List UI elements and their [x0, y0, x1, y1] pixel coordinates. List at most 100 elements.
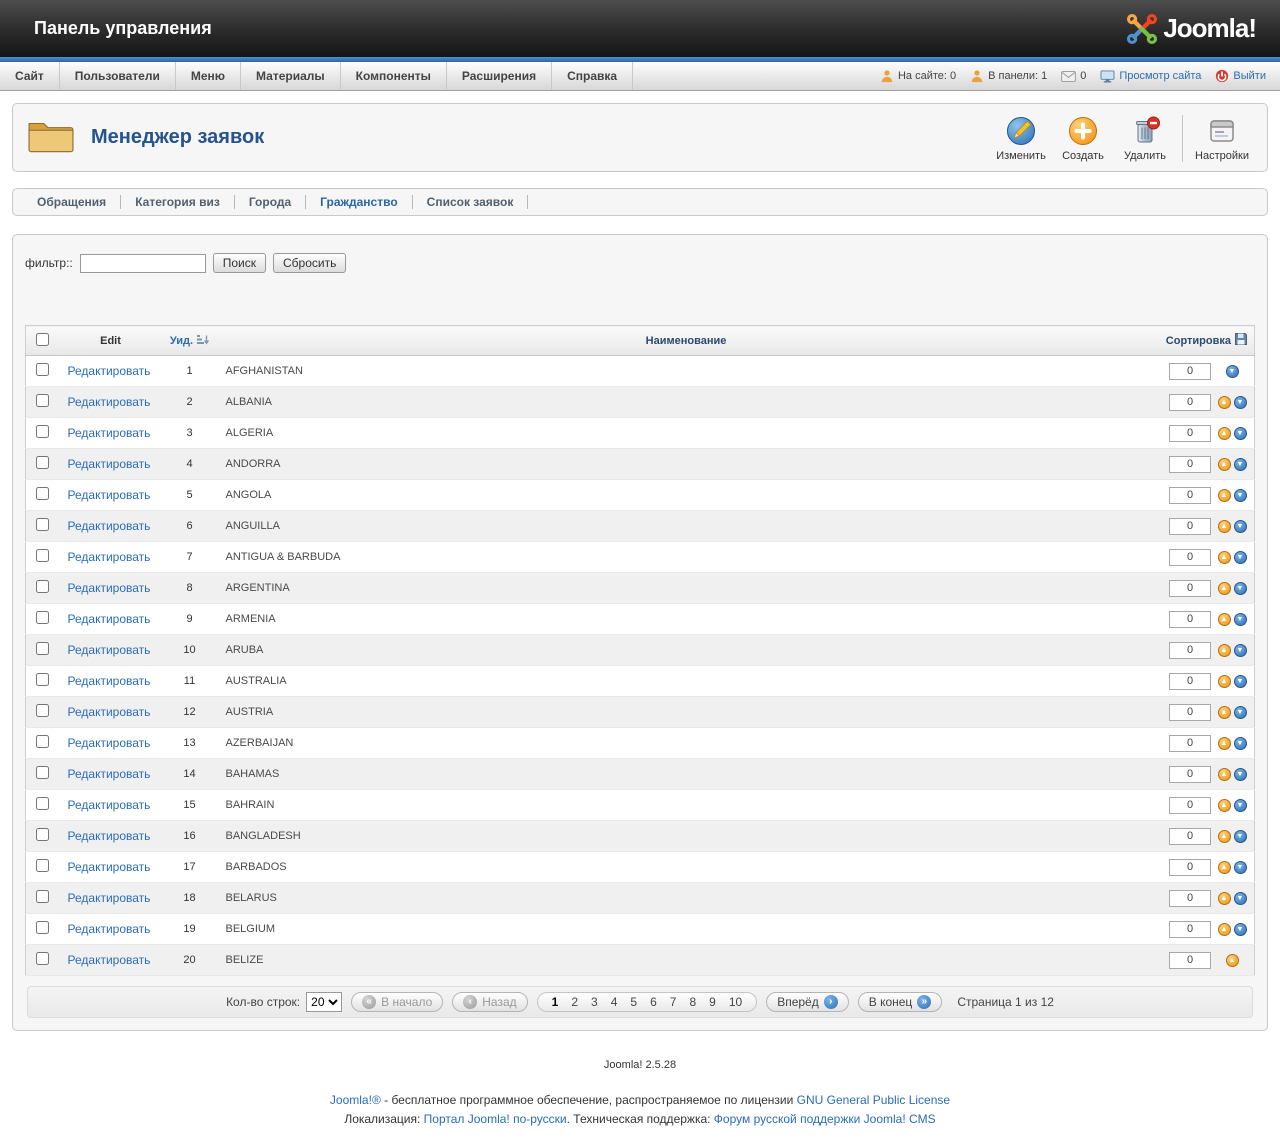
search-button[interactable]: Поиск [212, 253, 266, 273]
order-input[interactable] [1169, 641, 1211, 659]
row-checkbox[interactable] [36, 456, 50, 469]
subnav-item[interactable]: Города [235, 195, 307, 209]
row-checkbox[interactable] [36, 425, 50, 438]
menu-item[interactable]: Справка [552, 62, 634, 90]
edit-link[interactable]: Редактировать [68, 457, 151, 471]
order-input[interactable] [1169, 796, 1211, 814]
first-page-button[interactable]: « В начало [351, 992, 444, 1012]
edit-link[interactable]: Редактировать [68, 364, 151, 378]
order-input[interactable] [1169, 703, 1211, 721]
sort-asc-icon[interactable] [196, 334, 210, 349]
order-up-icon[interactable]: ▲ [1217, 457, 1231, 471]
order-up-icon[interactable]: ▲ [1217, 488, 1231, 502]
order-up-icon[interactable]: ▲ [1217, 798, 1231, 812]
page-number[interactable]: 5 [625, 995, 642, 1009]
row-checkbox[interactable] [36, 673, 50, 686]
order-input[interactable] [1169, 858, 1211, 876]
order-down-icon[interactable]: ▼ [1233, 922, 1247, 936]
joomla-link[interactable]: Joomla!® [330, 1093, 381, 1107]
order-up-icon[interactable]: ▲ [1217, 891, 1231, 905]
subnav-item[interactable]: Категория виз [121, 195, 235, 209]
order-input[interactable] [1169, 362, 1211, 380]
edit-link[interactable]: Редактировать [68, 395, 151, 409]
row-checkbox[interactable] [36, 487, 50, 500]
order-up-icon[interactable]: ▲ [1217, 426, 1231, 440]
order-up-icon[interactable]: ▲ [1217, 643, 1231, 657]
order-input[interactable] [1169, 920, 1211, 938]
edit-link[interactable]: Редактировать [68, 953, 151, 967]
last-page-button[interactable]: В конец » [857, 992, 943, 1012]
localization-link[interactable]: Портал Joomla! по-русски [424, 1112, 567, 1126]
edit-link[interactable]: Редактировать [68, 860, 151, 874]
order-down-icon[interactable]: ▼ [1233, 612, 1247, 626]
row-checkbox[interactable] [36, 952, 50, 965]
order-up-icon[interactable]: ▲ [1217, 705, 1231, 719]
order-down-icon[interactable]: ▼ [1233, 705, 1247, 719]
order-down-icon[interactable]: ▼ [1233, 860, 1247, 874]
menu-item[interactable]: Пользователи [60, 62, 176, 90]
order-down-icon[interactable]: ▼ [1233, 395, 1247, 409]
edit-link[interactable]: Редактировать [68, 550, 151, 564]
order-up-icon[interactable]: ▲ [1217, 581, 1231, 595]
menu-item[interactable]: Материалы [241, 62, 341, 90]
subnav-item[interactable]: Список заявок [413, 195, 529, 209]
new-button[interactable]: Создать [1052, 113, 1114, 162]
order-down-icon[interactable]: ▼ [1233, 488, 1247, 502]
order-up-icon[interactable]: ▲ [1217, 922, 1231, 936]
row-checkbox[interactable] [36, 642, 50, 655]
order-down-icon[interactable]: ▼ [1233, 519, 1247, 533]
prev-page-button[interactable]: ‹ Назад [452, 992, 528, 1012]
order-input[interactable] [1169, 827, 1211, 845]
order-input[interactable] [1169, 548, 1211, 566]
order-up-icon[interactable]: ▲ [1217, 395, 1231, 409]
row-checkbox[interactable] [36, 890, 50, 903]
order-down-icon[interactable]: ▼ [1233, 550, 1247, 564]
edit-link[interactable]: Редактировать [68, 736, 151, 750]
edit-link[interactable]: Редактировать [68, 767, 151, 781]
edit-link[interactable]: Редактировать [68, 581, 151, 595]
row-checkbox[interactable] [36, 859, 50, 872]
filter-input[interactable] [79, 253, 206, 273]
menu-item[interactable]: Расширения [447, 62, 553, 90]
page-number[interactable]: 8 [684, 995, 701, 1009]
order-up-icon[interactable]: ▲ [1225, 953, 1239, 967]
edit-link[interactable]: Редактировать [68, 798, 151, 812]
order-input[interactable] [1169, 765, 1211, 783]
order-input[interactable] [1169, 393, 1211, 411]
row-checkbox[interactable] [36, 394, 50, 407]
menu-item[interactable]: Компоненты [341, 62, 447, 90]
order-up-icon[interactable]: ▲ [1217, 612, 1231, 626]
order-up-icon[interactable]: ▲ [1217, 519, 1231, 533]
order-down-icon[interactable]: ▼ [1233, 426, 1247, 440]
edit-link[interactable]: Редактировать [68, 643, 151, 657]
order-input[interactable] [1169, 889, 1211, 907]
edit-link[interactable]: Редактировать [68, 705, 151, 719]
order-down-icon[interactable]: ▼ [1233, 643, 1247, 657]
row-checkbox[interactable] [36, 549, 50, 562]
row-checkbox[interactable] [36, 363, 50, 376]
limit-select[interactable]: 20 [306, 992, 343, 1012]
row-checkbox[interactable] [36, 704, 50, 717]
menu-item[interactable]: Меню [176, 62, 242, 90]
row-checkbox[interactable] [36, 518, 50, 531]
page-number[interactable]: 10 [724, 995, 747, 1009]
subnav-item[interactable]: Обращения [23, 195, 122, 209]
order-input[interactable] [1169, 672, 1211, 690]
reset-button[interactable]: Сбросить [273, 253, 347, 273]
edit-link[interactable]: Редактировать [68, 674, 151, 688]
logout-link[interactable]: Выйти [1215, 69, 1266, 83]
edit-link[interactable]: Редактировать [68, 426, 151, 440]
row-checkbox[interactable] [36, 611, 50, 624]
order-down-icon[interactable]: ▼ [1233, 891, 1247, 905]
order-up-icon[interactable]: ▲ [1217, 550, 1231, 564]
messages-status[interactable]: 0 [1061, 70, 1086, 82]
order-up-icon[interactable]: ▲ [1217, 736, 1231, 750]
next-page-button[interactable]: Вперёд › [766, 992, 849, 1012]
page-number[interactable]: 9 [704, 995, 721, 1009]
order-down-icon[interactable]: ▼ [1233, 829, 1247, 843]
row-checkbox[interactable] [36, 766, 50, 779]
order-up-icon[interactable]: ▲ [1217, 860, 1231, 874]
edit-link[interactable]: Редактировать [68, 891, 151, 905]
order-down-icon[interactable]: ▼ [1233, 767, 1247, 781]
select-all-checkbox[interactable] [36, 332, 50, 346]
